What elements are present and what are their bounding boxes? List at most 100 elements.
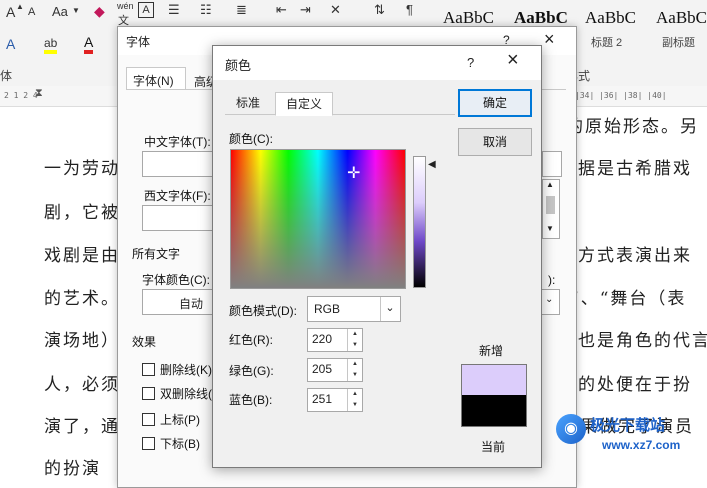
font-color-label: 字体颜色(C): (142, 273, 210, 287)
doc-line: 方式表演出来 (578, 246, 692, 266)
font-group-label: 体 (0, 69, 13, 83)
doc-line: 也是角色的代言 (578, 331, 707, 351)
luminance-arrow-icon[interactable]: ◀ (428, 159, 436, 170)
change-case-button[interactable]: Aa (52, 4, 68, 19)
close-button[interactable]: × (544, 29, 555, 50)
ok-button[interactable]: 确定 (458, 89, 532, 117)
ruler-left-marks: 2 1 2 4 (4, 91, 38, 100)
caret-up-icon: ▲ (16, 2, 24, 11)
doc-line: 一为劳动 (44, 159, 120, 179)
doc-line: 的原始形态。另 (566, 117, 699, 137)
new-color-swatch (461, 364, 527, 396)
show-marks-icon[interactable]: ¶ (406, 2, 413, 17)
color-dialog-title: 颜色 (225, 58, 252, 73)
help-button[interactable]: ? (467, 55, 474, 70)
increment-icon[interactable]: ▲ (348, 359, 362, 370)
style-subtitle-label: 副标题 (662, 37, 695, 49)
font-color-select[interactable]: 自动 (142, 289, 216, 315)
char-border-button[interactable]: A (138, 2, 154, 18)
cancel-button[interactable]: 取消 (458, 128, 532, 156)
current-color-label: 当前 (481, 440, 506, 454)
green-spinner[interactable]: 205 ▲ ▼ (307, 358, 363, 382)
clear-format-icon[interactable]: ◆ (94, 3, 105, 20)
increase-indent-icon[interactable]: ⇥ (300, 2, 311, 18)
chevron-down-icon: ⌄ (545, 294, 554, 305)
western-font-label: 西文字体(F): (144, 189, 211, 203)
phonetic-guide-button[interactable]: wén (117, 1, 134, 11)
all-text-label: 所有文字 (132, 247, 181, 261)
increment-icon[interactable]: ▲ (348, 329, 362, 340)
chevron-down-icon: ⌄ (380, 297, 399, 321)
doc-line: 的处便在于扮 (578, 375, 692, 395)
grow-font-button[interactable]: A (6, 4, 15, 20)
highlight-icon[interactable]: ab (44, 36, 58, 54)
chevron-down-icon: ▼ (72, 6, 80, 15)
doc-line: 的扮演 (44, 459, 101, 479)
font-size-list[interactable]: ▲ ▼ (542, 179, 560, 239)
strikethrough-label: 删除线(K) (160, 363, 212, 377)
numbering-icon[interactable]: ☷ (200, 2, 212, 18)
font-color-icon[interactable]: A (84, 34, 94, 54)
chinese-font-label: 中文字体(T): (144, 135, 211, 149)
style-heading2[interactable]: AaBbC 标题 2 (585, 4, 651, 60)
scroll-up-icon[interactable]: ▲ (546, 180, 554, 189)
new-color-label: 新增 (479, 344, 504, 358)
subscript-checkbox[interactable] (142, 437, 155, 450)
red-spinner[interactable]: 220 ▲ ▼ (307, 328, 363, 352)
close-button[interactable]: × (507, 49, 519, 72)
blue-label: 蓝色(B): (229, 393, 273, 407)
crosshair-icon: ✛ (347, 165, 361, 182)
color-model-label: 颜色模式(D): (229, 304, 297, 318)
watermark: ◉ 极光下载站 www.xz7.com (556, 412, 706, 462)
color-dialog: 颜色 ? × 标准 自定义 颜色(C): ✛ ◀ 颜色模式(D): RGB ⌄ … (212, 45, 542, 468)
shrink-font-button[interactable]: A (28, 6, 35, 18)
doc-line: 演了，通 (44, 417, 120, 437)
doc-line: 戏剧是由 (44, 246, 120, 266)
tab-standard[interactable]: 标准 (227, 92, 269, 114)
colors-label: 颜色(C): (229, 132, 273, 146)
style-subtitle[interactable]: AaBbC 副标题 (656, 4, 707, 60)
doc-line: 演场地） (44, 331, 120, 351)
doc-line: 剧，它被 (44, 203, 120, 223)
underline-select[interactable]: ⌄ (540, 289, 560, 315)
superscript-label: 上标(P) (160, 413, 200, 427)
doc-line: 的艺术。 (44, 289, 120, 309)
strikethrough-checkbox[interactable] (142, 363, 155, 376)
underline-type-label: ): (548, 273, 556, 287)
watermark-logo: ◉ (556, 414, 586, 444)
superscript-checkbox[interactable] (142, 413, 155, 426)
watermark-url: www.xz7.com (602, 438, 681, 452)
doc-line: 人，必须 (44, 375, 120, 395)
color-model-select[interactable]: RGB ⌄ (307, 296, 401, 322)
effects-label: 效果 (132, 335, 157, 349)
current-color-swatch (461, 395, 527, 427)
color-spectrum[interactable]: ✛ (230, 149, 406, 289)
luminance-slider[interactable] (413, 156, 426, 288)
doc-line: 据是古希腊戏 (578, 159, 692, 179)
scroll-thumb[interactable] (546, 196, 555, 214)
decrement-icon[interactable]: ▼ (348, 340, 362, 351)
increment-icon[interactable]: ▲ (348, 389, 362, 400)
ruler-right-marks: |34| |36| |38| |40| (575, 91, 667, 100)
text-effects-icon[interactable]: A (6, 36, 15, 52)
double-strikethrough-checkbox[interactable] (142, 387, 155, 400)
tab-divider (225, 114, 455, 115)
western-font-input[interactable] (142, 205, 216, 231)
decrease-indent-icon[interactable]: ⇤ (276, 2, 287, 18)
tab-custom[interactable]: 自定义 (275, 92, 333, 116)
color-dialog-titlebar[interactable]: 颜色 ? × (213, 46, 541, 80)
sort-icon[interactable]: ⇅ (374, 2, 385, 18)
font-dialog-title: 字体 (126, 35, 151, 49)
indent-marker-icon[interactable]: ⧗ (35, 86, 43, 100)
red-label: 红色(R): (229, 333, 273, 347)
tab-font[interactable]: 字体(N) (126, 67, 186, 90)
chinese-font-input[interactable] (142, 151, 216, 177)
decrement-icon[interactable]: ▼ (348, 400, 362, 411)
blue-spinner[interactable]: 251 ▲ ▼ (307, 388, 363, 412)
font-style-input[interactable] (542, 151, 562, 177)
scroll-down-icon[interactable]: ▼ (546, 224, 554, 233)
decrement-icon[interactable]: ▼ (348, 370, 362, 381)
bullets-icon[interactable]: ☰ (168, 2, 180, 18)
multilevel-list-icon[interactable]: ≣ (236, 2, 247, 18)
chinese-layout-icon[interactable]: ✕ (330, 2, 341, 18)
